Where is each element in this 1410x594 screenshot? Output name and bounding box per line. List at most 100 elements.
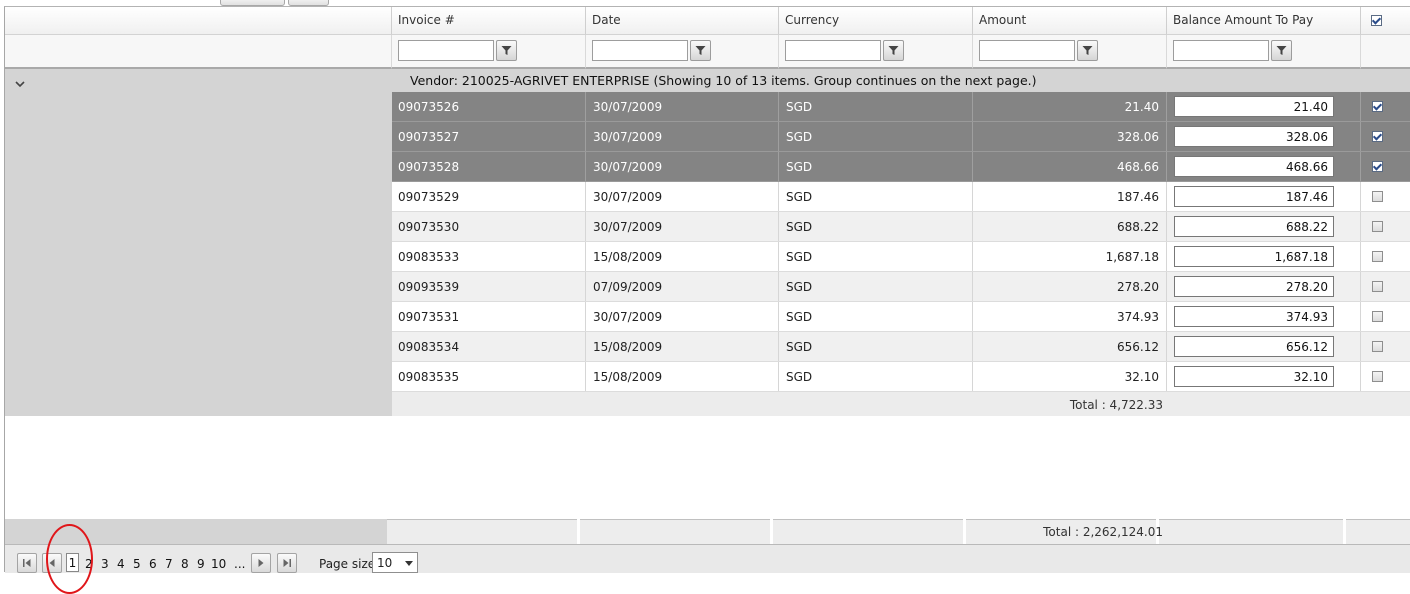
row-select-checkbox[interactable] (1372, 311, 1383, 322)
cell-balance: 278.20 (1167, 272, 1361, 301)
row-select-checkbox[interactable] (1372, 341, 1383, 352)
filter-funnel-icon (1082, 46, 1093, 55)
table-row[interactable]: 09083534 15/08/2009 SGD 656.12 656.12 (392, 332, 1410, 362)
page-size-select[interactable]: 10 (372, 552, 418, 573)
invoice-grid: Invoice # Date Currency Amount Balance A… (4, 6, 1410, 573)
next-page-button[interactable] (251, 553, 271, 573)
balance-input[interactable]: 1,687.18 (1174, 246, 1334, 267)
balance-input[interactable]: 374.93 (1174, 306, 1334, 327)
cell-balance: 328.06 (1167, 122, 1361, 151)
cell-amount: 688.22 (973, 212, 1167, 241)
filter-funnel-icon (501, 46, 512, 55)
filter-button-date[interactable] (690, 40, 711, 61)
table-row[interactable]: 09073529 30/07/2009 SGD 187.46 187.46 (392, 182, 1410, 212)
row-select-checkbox[interactable] (1372, 251, 1383, 262)
group-footer: Total : 4,722.33 (392, 392, 1410, 416)
page-number[interactable]: 8 (181, 557, 189, 571)
page-number[interactable]: 6 (149, 557, 157, 571)
row-select-checkbox[interactable] (1372, 161, 1383, 172)
cell-currency: SGD (779, 182, 973, 211)
filter-cell-select (1361, 35, 1410, 69)
cell-amount: 32.10 (973, 362, 1167, 391)
cell-select (1361, 152, 1410, 181)
cell-amount: 187.46 (973, 182, 1167, 211)
filter-input-balance[interactable] (1173, 40, 1269, 61)
filter-cell-currency (779, 35, 973, 69)
cell-balance: 656.12 (1167, 332, 1361, 361)
cell-date: 30/07/2009 (586, 122, 779, 151)
cell-select (1361, 302, 1410, 331)
column-header-balance[interactable]: Balance Amount To Pay (1167, 7, 1361, 35)
cell-select (1361, 362, 1410, 391)
filter-button-invoice[interactable] (496, 40, 517, 61)
cell-invoice: 09073528 (392, 152, 586, 181)
cell-balance: 688.22 (1167, 212, 1361, 241)
page-number[interactable]: 7 (165, 557, 173, 571)
group-header-spacer (5, 7, 392, 35)
footer-cell (1159, 519, 1343, 544)
balance-input[interactable]: 32.10 (1174, 366, 1334, 387)
cell-date: 30/07/2009 (586, 182, 779, 211)
row-select-checkbox[interactable] (1372, 101, 1383, 112)
cell-currency: SGD (779, 242, 973, 271)
page-number[interactable]: 3 (101, 557, 109, 571)
page-number[interactable]: 4 (117, 557, 125, 571)
chevron-down-icon[interactable] (15, 80, 25, 88)
cell-amount: 21.40 (973, 92, 1167, 121)
balance-input[interactable]: 656.12 (1174, 336, 1334, 357)
row-select-checkbox[interactable] (1372, 131, 1383, 142)
cell-invoice: 09073530 (392, 212, 586, 241)
row-select-checkbox[interactable] (1372, 191, 1383, 202)
filter-input-currency[interactable] (785, 40, 881, 61)
table-row[interactable]: 09073530 30/07/2009 SGD 688.22 688.22 (392, 212, 1410, 242)
table-row[interactable]: 09073528 30/07/2009 SGD 468.66 468.66 (392, 152, 1410, 182)
cell-date: 30/07/2009 (586, 92, 779, 121)
table-row[interactable]: 09083535 15/08/2009 SGD 32.10 32.10 (392, 362, 1410, 392)
cell-select (1361, 212, 1410, 241)
column-header-invoice[interactable]: Invoice # (392, 7, 586, 35)
balance-input[interactable]: 688.22 (1174, 216, 1334, 237)
page-number[interactable]: 10 (211, 557, 226, 571)
filter-input-invoice[interactable] (398, 40, 494, 61)
cell-currency: SGD (779, 302, 973, 331)
column-header-currency[interactable]: Currency (779, 7, 973, 35)
annotation-circle (46, 524, 93, 594)
cell-currency: SGD (779, 272, 973, 301)
first-page-button[interactable] (17, 553, 37, 573)
balance-input[interactable]: 21.40 (1174, 96, 1334, 117)
balance-input[interactable]: 278.20 (1174, 276, 1334, 297)
cell-invoice: 09083535 (392, 362, 586, 391)
page-number[interactable]: 9 (197, 557, 205, 571)
filter-button-balance[interactable] (1271, 40, 1292, 61)
balance-input[interactable]: 468.66 (1174, 156, 1334, 177)
row-select-checkbox[interactable] (1372, 281, 1383, 292)
cell-invoice: 09073526 (392, 92, 586, 121)
row-select-checkbox[interactable] (1372, 371, 1383, 382)
filter-input-amount[interactable] (979, 40, 1075, 61)
cell-amount: 468.66 (973, 152, 1167, 181)
cell-balance: 32.10 (1167, 362, 1361, 391)
group-total: Total : 4,722.33 (1069, 398, 1163, 412)
filter-input-date[interactable] (592, 40, 688, 61)
page-number[interactable]: 5 (133, 557, 141, 571)
row-select-checkbox[interactable] (1372, 221, 1383, 232)
group-header[interactable]: Vendor: 210025-AGRIVET ENTERPRISE (Showi… (392, 69, 1410, 92)
dropdown-arrow-icon (405, 561, 413, 566)
column-header-amount[interactable]: Amount (973, 7, 1167, 35)
cell-invoice: 09073527 (392, 122, 586, 151)
table-row[interactable]: 09073526 30/07/2009 SGD 21.40 21.40 (392, 92, 1410, 122)
balance-input[interactable]: 187.46 (1174, 186, 1334, 207)
filter-button-amount[interactable] (1077, 40, 1098, 61)
page-number[interactable]: ... (234, 557, 245, 571)
cell-currency: SGD (779, 152, 973, 181)
table-row[interactable]: 09073531 30/07/2009 SGD 374.93 374.93 (392, 302, 1410, 332)
table-row[interactable]: 09093539 07/09/2009 SGD 278.20 278.20 (392, 272, 1410, 302)
table-row[interactable]: 09073527 30/07/2009 SGD 328.06 328.06 (392, 122, 1410, 152)
table-row[interactable]: 09083533 15/08/2009 SGD 1,687.18 1,687.18 (392, 242, 1410, 272)
last-page-button[interactable] (277, 553, 297, 573)
cell-date: 30/07/2009 (586, 212, 779, 241)
column-header-date[interactable]: Date (586, 7, 779, 35)
select-all-checkbox[interactable] (1371, 15, 1382, 26)
balance-input[interactable]: 328.06 (1174, 126, 1334, 147)
filter-button-currency[interactable] (883, 40, 904, 61)
